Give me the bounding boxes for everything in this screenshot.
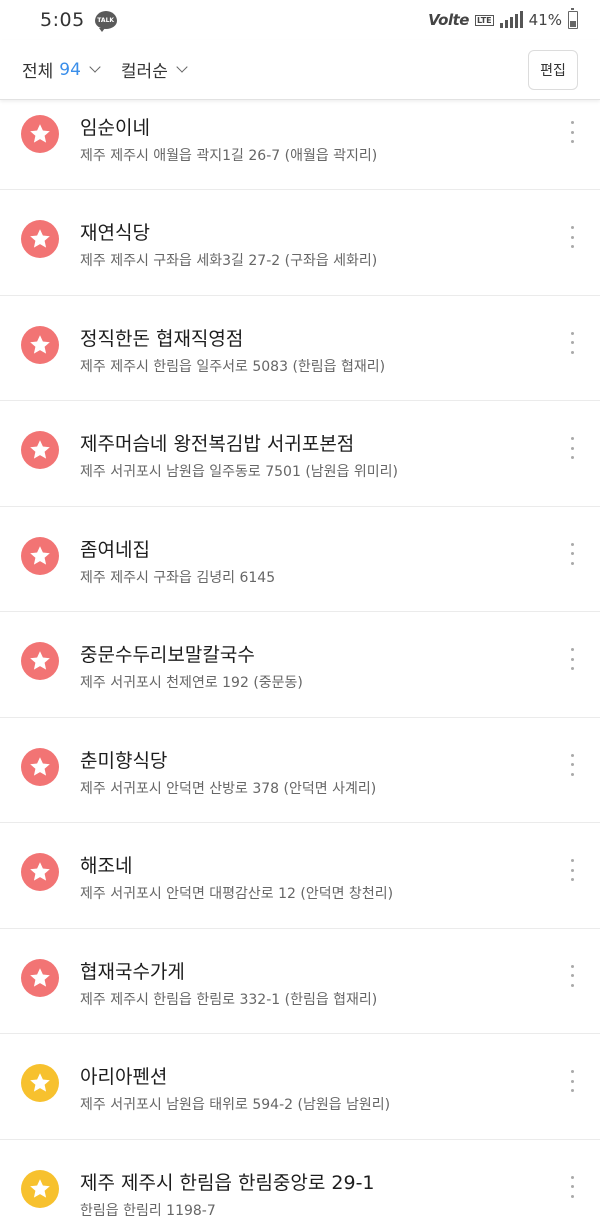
sort-dropdown[interactable]: 컬러순 <box>120 57 188 82</box>
more-options-icon[interactable] <box>566 331 578 354</box>
list-item[interactable]: 춘미향식당제주 서귀포시 안덕면 산방로 378 (안덕면 사계리) <box>0 718 600 823</box>
filter-count: 94 <box>59 59 81 80</box>
more-options-icon[interactable] <box>566 753 578 776</box>
place-title: 좀여네집 <box>80 538 150 561</box>
more-options-icon[interactable] <box>566 1175 578 1198</box>
place-title: 정직한돈 협재직영점 <box>80 327 244 350</box>
filter-label: 전체 <box>22 62 54 82</box>
place-list: 임순이네 제주 제주시 애월읍 곽지1길 26-7 (애월읍 곽지리) 재연식당 제주… <box>0 101 600 1230</box>
status-time: 5:05 <box>40 9 85 31</box>
place-title: 제주 제주시 한림읍 한림중앙로 29-1 <box>80 1171 375 1194</box>
list-item[interactable]: 정직한돈 협재직영점제주 제주시 한림읍 일주서로 5083 (한림읍 협재리) <box>0 296 600 401</box>
star-icon <box>21 220 59 258</box>
place-title: 제주머슴네 왕전복김밥 서귀포본점 <box>80 433 355 455</box>
status-bar: 5:05 TALK Volte LTE 41% <box>0 0 600 40</box>
list-item[interactable]: 제주 제주시 한림읍 한림중앙로 29-1 한림읍 한림리 1198-7 <box>0 1140 600 1230</box>
list-item[interactable]: 제주머슴네 왕전복김밥 서귀포본점제주 서귀포시 남원읍 일주동로 7501 (… <box>0 401 600 507</box>
place-address: 제주 서귀포시 남원읍 일주동로 7501 (남원읍 위미리) <box>80 464 398 480</box>
place-title: 아리아펜션 <box>80 1066 168 1088</box>
star-icon <box>21 431 59 469</box>
place-address: 제주 제주시 구좌읍 김녕리 6145 <box>80 569 276 586</box>
more-options-icon[interactable] <box>566 437 578 459</box>
place-address: 제주 제주시 한림읍 한림로 332-1 (한림읍 협재리) <box>80 991 378 1008</box>
place-address: 제주 제주시 구좌읍 세화3길 27-2 (구좌읍 세화리) <box>80 253 378 269</box>
place-title: 춘미향식당 <box>80 749 168 772</box>
star-icon <box>21 853 59 891</box>
lte-icon: LTE <box>474 14 494 26</box>
edit-button[interactable]: 편집 <box>528 49 578 90</box>
filter-dropdown[interactable]: 전체 94 <box>22 57 101 82</box>
more-options-icon[interactable] <box>566 648 578 670</box>
more-options-icon[interactable] <box>566 121 578 143</box>
kakaotalk-notification-icon: TALK <box>94 11 117 32</box>
star-icon <box>21 642 59 680</box>
list-item[interactable]: 협재국수가게제주 제주시 한림읍 한림로 332-1 (한림읍 협재리) <box>0 929 600 1034</box>
star-icon <box>21 747 59 786</box>
chevron-down-icon <box>89 61 101 73</box>
list-item[interactable]: 중문수두리보말칼국수제주 서귀포시 천제연로 192 (중문동) <box>0 612 600 718</box>
status-indicators: Volte LTE 41% <box>428 8 578 29</box>
list-item[interactable]: 좀여네집제주 제주시 구좌읍 김녕리 6145 <box>0 507 600 612</box>
place-address: 제주 제주시 애월읍 곽지1길 26-7 (애월읍 곽지리) <box>80 148 378 164</box>
volte-icon: Volte <box>428 11 469 29</box>
list-item[interactable]: 해조네제주 서귀포시 안덕면 대평감산로 12 (안덕면 창천리) <box>0 823 600 929</box>
more-options-icon[interactable] <box>566 859 578 881</box>
place-address: 제주 서귀포시 천제연로 192 (중문동) <box>80 675 303 691</box>
star-icon <box>21 115 59 153</box>
place-title: 협재국수가게 <box>80 960 185 983</box>
star-icon <box>21 325 59 364</box>
star-icon <box>21 1064 59 1102</box>
battery-icon <box>568 8 578 29</box>
place-title: 중문수두리보말칼국수 <box>80 644 255 666</box>
more-options-icon[interactable] <box>566 1070 578 1092</box>
list-item[interactable]: 임순이네제주 제주시 애월읍 곽지1길 26-7 (애월읍 곽지리) <box>0 101 600 190</box>
list-item[interactable]: 재연식당제주 제주시 구좌읍 세화3길 27-2 (구좌읍 세화리) <box>0 190 600 296</box>
place-address: 제주 서귀포시 안덕면 대평감산로 12 (안덕면 창천리) <box>80 886 394 902</box>
more-options-icon[interactable] <box>566 964 578 987</box>
place-title: 해조네 <box>80 855 133 877</box>
place-address: 제주 제주시 한림읍 일주서로 5083 (한림읍 협재리) <box>80 358 386 375</box>
list-toolbar: 전체 94 컬러순 편집 <box>0 40 600 100</box>
star-icon <box>21 1169 59 1208</box>
place-title: 재연식당 <box>80 222 150 244</box>
battery-percent: 41% <box>528 11 562 29</box>
sort-label: 컬러순 <box>120 62 168 82</box>
chevron-down-icon <box>176 61 188 73</box>
more-options-icon[interactable] <box>566 542 578 565</box>
signal-icon <box>499 11 523 28</box>
place-address: 제주 서귀포시 남원읍 태위로 594-2 (남원읍 남원리) <box>80 1097 391 1113</box>
more-options-icon[interactable] <box>566 226 578 248</box>
place-address: 한림읍 한림리 1198-7 <box>80 1202 216 1219</box>
star-icon <box>21 536 59 575</box>
star-icon <box>21 958 59 997</box>
list-item[interactable]: 아리아펜션제주 서귀포시 남원읍 태위로 594-2 (남원읍 남원리) <box>0 1034 600 1140</box>
place-title: 임순이네 <box>80 117 150 139</box>
place-address: 제주 서귀포시 안덕면 산방로 378 (안덕면 사계리) <box>80 780 377 797</box>
